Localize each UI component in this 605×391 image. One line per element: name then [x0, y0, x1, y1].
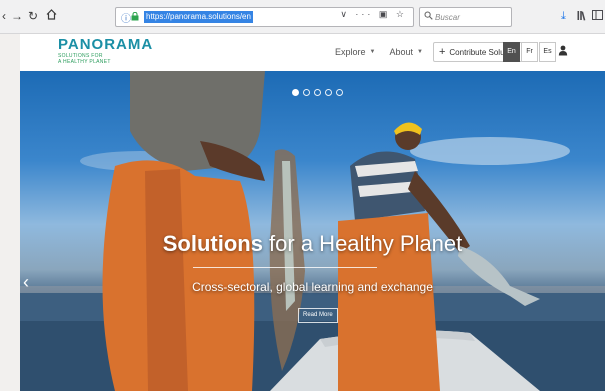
menu-explore[interactable]: Explore ▼ [335, 47, 375, 57]
lock-icon [131, 12, 139, 21]
site-header: PANORAMA SOLUTIONS FOR A HEALTHY PLANET … [20, 34, 605, 71]
lang-es[interactable]: Es [539, 42, 556, 62]
page-actions[interactable]: ∨ ··· ▣ ☆ [340, 9, 407, 20]
carousel-dot-4[interactable] [325, 89, 332, 96]
logo-tagline-line-2: A HEALTHY PLANET [58, 59, 111, 65]
caret-down-icon: ▼ [417, 49, 423, 55]
main-menu: Explore ▼ About ▼ + Contribute Solution [335, 42, 524, 62]
logo-wordmark: PANORAMA [58, 36, 154, 53]
sidebar-icon[interactable] [592, 10, 603, 23]
search-box[interactable] [419, 7, 512, 27]
carousel-dot-1[interactable] [292, 89, 299, 96]
address-bar[interactable]: ⓘ https://panorama.solutions/en ∨ ··· ▣ … [115, 7, 414, 27]
menu-about-label: About [389, 47, 413, 57]
user-icon[interactable] [558, 45, 568, 56]
hero-headline-rest: for a Healthy Planet [262, 231, 463, 256]
hero-headline: Solutions for a Healthy Planet [20, 231, 605, 257]
prev-arrow-icon[interactable]: ‹ [23, 273, 29, 291]
search-input[interactable] [435, 10, 505, 24]
plus-icon: + [438, 46, 446, 58]
library-icon[interactable] [577, 10, 587, 24]
download-icon[interactable]: ⤓ [561, 10, 566, 22]
lang-fr[interactable]: Fr [521, 42, 538, 62]
lang-en[interactable]: En [503, 42, 520, 62]
read-more-button[interactable]: Read More [298, 308, 338, 323]
language-switcher: En Fr Es [503, 42, 557, 62]
menu-about[interactable]: About ▼ [389, 47, 422, 57]
hero-divider [193, 267, 377, 268]
carousel-dot-2[interactable] [303, 89, 310, 96]
site-logo[interactable]: PANORAMA SOLUTIONS FOR A HEALTHY PLANET [58, 37, 153, 65]
carousel-indicators [292, 89, 347, 96]
browser-toolbar: ‹ → ↻ ⓘ https://panorama.solutions/en ∨ … [0, 0, 605, 34]
carousel-dot-5[interactable] [336, 89, 343, 96]
home-icon[interactable] [44, 8, 58, 24]
hero-carousel: Solutions for a Healthy Planet Cross-sec… [20, 71, 605, 391]
hero-subtitle: Cross-sectoral, global learning and exch… [192, 280, 433, 294]
url-text[interactable]: https://panorama.solutions/en [144, 11, 253, 23]
menu-explore-label: Explore [335, 47, 366, 57]
carousel-dot-3[interactable] [314, 89, 321, 96]
hero-headline-strong: Solutions [162, 231, 263, 256]
info-icon[interactable]: ⓘ [121, 10, 131, 25]
forward-icon[interactable]: → [10, 8, 24, 24]
search-icon [424, 11, 433, 20]
caret-down-icon: ▼ [369, 49, 376, 55]
reload-icon[interactable]: ↻ [26, 8, 40, 24]
